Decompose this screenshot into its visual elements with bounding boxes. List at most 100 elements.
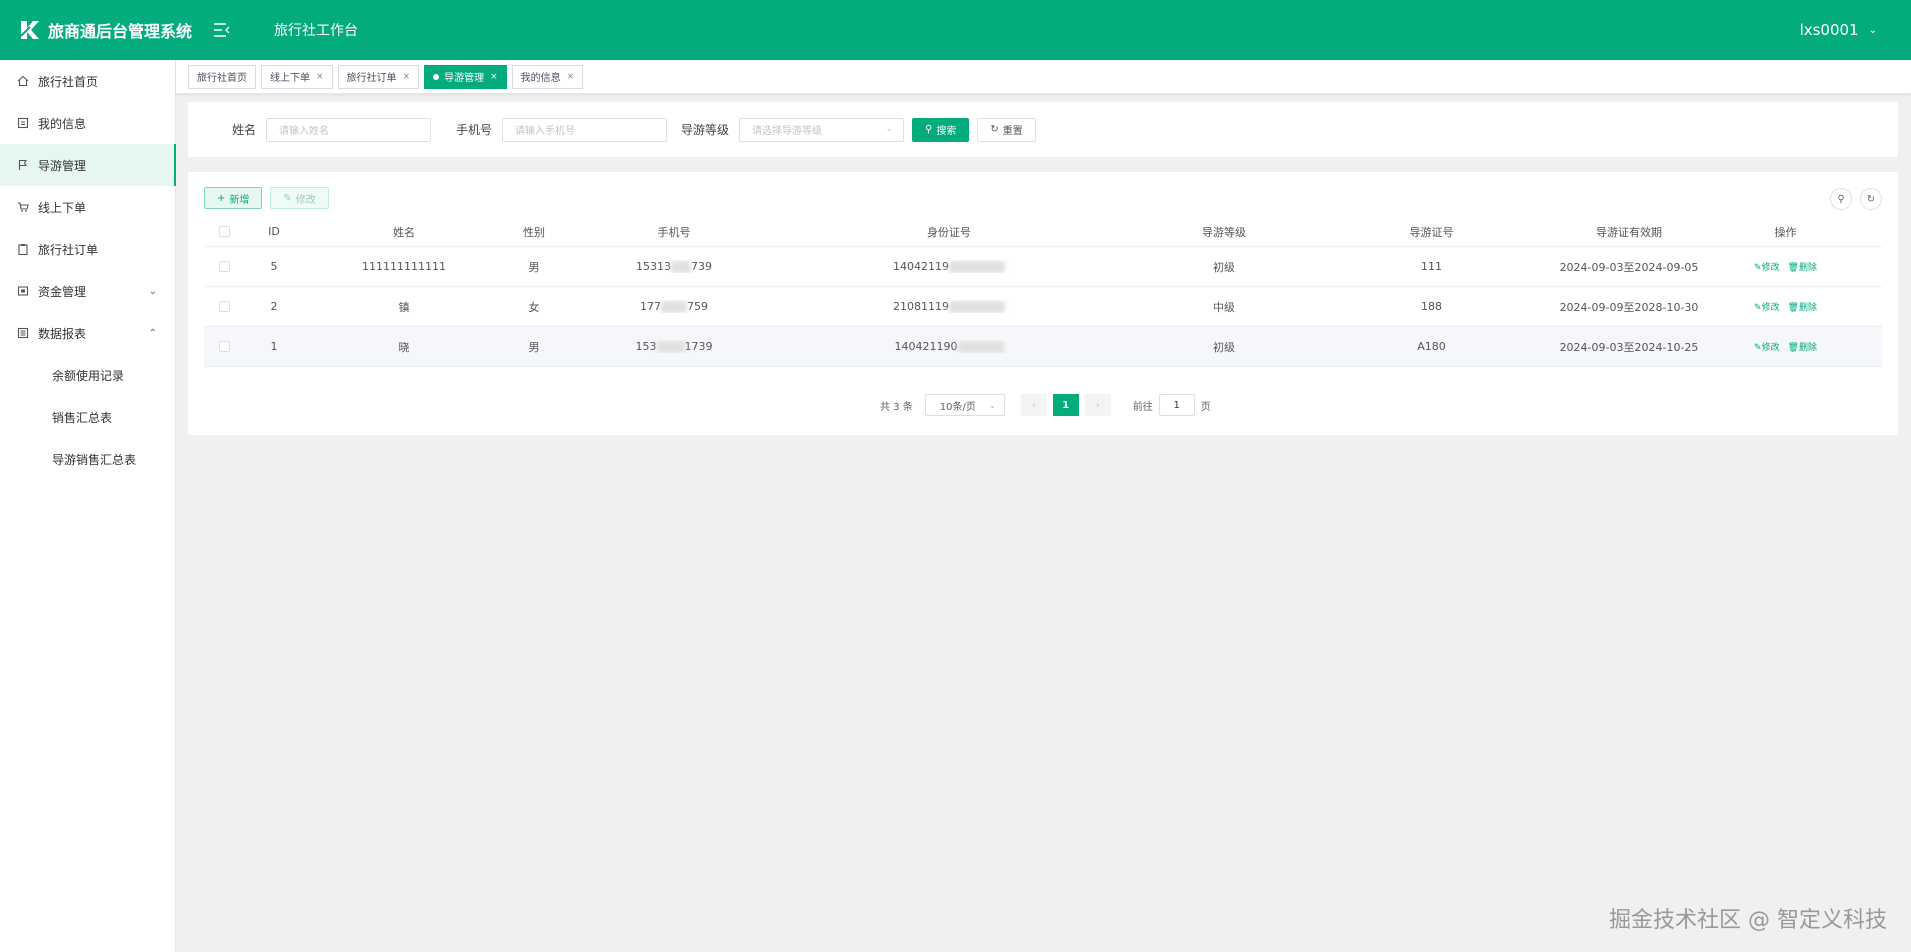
sidebar-item-label: 旅行社订单 (38, 242, 99, 257)
idcard-prefix: 140421190 (894, 340, 958, 353)
row-delete-link[interactable]: 🗑删除 (1788, 260, 1817, 273)
row-edit-link[interactable]: ✎修改 (1754, 260, 1780, 273)
prev-page-button[interactable]: ‹ (1020, 394, 1047, 416)
row-delete-label: 删除 (1798, 263, 1817, 273)
name-input[interactable]: 请输入姓名 (266, 117, 432, 142)
row-delete-link[interactable]: 🗑删除 (1788, 340, 1817, 353)
workbench-link[interactable]: 旅行社工作台 (274, 20, 358, 40)
row-delete-link[interactable]: 🗑删除 (1788, 300, 1817, 313)
sidebar-item-online-order[interactable]: 线上下单 (0, 186, 175, 228)
search-toggle-icon[interactable]: ⚲ (1830, 188, 1852, 210)
tag-my-info[interactable]: 我的信息 × (511, 64, 584, 89)
chevron-right-icon: › (1095, 399, 1100, 411)
user-menu[interactable]: lxs0001 ⌄ (1800, 21, 1877, 39)
cell-id: 1 (270, 340, 278, 353)
col-header-cert[interactable]: 导游证号 (1334, 224, 1529, 240)
page-size-select[interactable]: 10条/页 ⌄ (924, 394, 1005, 416)
next-page-button[interactable]: › (1084, 394, 1111, 416)
sidebar-item-reports[interactable]: 数据报表 ⌃ (0, 312, 175, 354)
phone-input[interactable]: 请输入手机号 (502, 117, 668, 142)
table-row[interactable]: 1 晓 男 153 1739 140421190 初级 A180 2024-09-… (204, 327, 1882, 367)
row-select-cell (204, 301, 244, 312)
level-select[interactable]: 请选择导游等级 ⌄ (739, 117, 905, 142)
home-icon (16, 74, 30, 88)
edit-button[interactable]: ✎ 修改 (270, 187, 329, 209)
brand-logo-icon (20, 21, 39, 39)
redacted-block (656, 341, 685, 353)
col-header-sex[interactable]: 性别 (504, 224, 564, 240)
page-size-value: 10条/页 (939, 401, 976, 413)
sidebar-item-agency-orders[interactable]: 旅行社订单 (0, 228, 175, 270)
tag-agency-home[interactable]: 旅行社首页 (188, 64, 256, 89)
close-icon[interactable]: × (567, 72, 575, 82)
sidebar-item-agency-home[interactable]: 旅行社首页 (0, 60, 175, 102)
cell-id: 2 (270, 300, 278, 313)
close-icon[interactable]: × (316, 72, 324, 82)
tag-label: 我的信息 (520, 73, 561, 84)
col-header-id[interactable]: ID (244, 225, 304, 238)
tag-label: 线上下单 (270, 73, 310, 84)
table-row[interactable]: 5 111111111111 男 15313 739 14042119 初级 11… (204, 247, 1882, 287)
sidebar-item-guide-management[interactable]: 导游管理 (0, 144, 176, 186)
tag-online-order[interactable]: 线上下单 × (261, 64, 333, 89)
sidebar-toggle-icon[interactable] (210, 18, 234, 42)
close-icon[interactable]: × (403, 72, 411, 82)
sidebar-subitem-balance-records[interactable]: 余额使用记录 (0, 354, 175, 396)
report-icon (16, 326, 30, 340)
col-header-idcard[interactable]: 身份证号 (784, 224, 1114, 240)
wallet-icon (16, 284, 30, 298)
edit-icon: ✎ (283, 192, 292, 204)
tag-label: 旅行社订单 (346, 73, 397, 84)
col-header-name[interactable]: 姓名 (304, 224, 504, 240)
close-icon[interactable]: × (490, 72, 498, 82)
top-header: 旅商通后台管理系统 旅行社工作台 lxs0001 ⌄ (0, 0, 1911, 60)
phone-prefix: 177 (640, 300, 661, 313)
row-checkbox[interactable] (218, 261, 230, 272)
table-header: ID 姓名 性别 手机号 身份证号 导游等级 导游证号 导游证有效期 操作 (204, 217, 1882, 247)
select-all-cell (204, 226, 244, 237)
goto-page: 前往 1 页 (1133, 394, 1211, 416)
row-edit-link[interactable]: ✎修改 (1754, 300, 1780, 313)
pagination: 共 3 条 10条/页 ⌄ ‹ 1 › 前往 1 页 (880, 394, 1211, 416)
goto-page-input[interactable]: 1 (1158, 394, 1195, 416)
search-button[interactable]: ⚲ 搜索 (912, 117, 970, 142)
page-number-button[interactable]: 1 (1052, 394, 1079, 416)
cell-validity: 2024-09-03至2024-10-25 (1559, 340, 1699, 354)
tag-agency-orders[interactable]: 旅行社订单 × (337, 64, 420, 89)
sidebar-item-funds[interactable]: 资金管理 ⌄ (0, 270, 175, 312)
idcard-prefix: 21081119 (893, 300, 949, 313)
row-delete-label: 删除 (1798, 343, 1817, 353)
table-row[interactable]: 2 镇 女 177 759 21081119 中级 188 2024-09-09至… (204, 287, 1882, 327)
col-header-phone[interactable]: 手机号 (564, 224, 784, 240)
sidebar-subitem-guide-sales-summary[interactable]: 导游销售汇总表 (0, 438, 175, 480)
sidebar-subitem-sales-summary[interactable]: 销售汇总表 (0, 396, 175, 438)
username: lxs0001 (1799, 21, 1859, 39)
sidebar-item-label: 我的信息 (38, 116, 87, 131)
reset-button-label: 重置 (1002, 126, 1023, 137)
guide-table: ID 姓名 性别 手机号 身份证号 导游等级 导游证号 导游证有效期 操作 5 … (204, 217, 1882, 367)
edit-icon: ✎ (1753, 263, 1762, 273)
select-all-checkbox[interactable] (218, 226, 230, 237)
col-header-validity[interactable]: 导游证有效期 (1529, 224, 1729, 240)
row-select-cell (204, 261, 244, 272)
cell-name: 晓 (398, 340, 410, 354)
chevron-down-icon: ⌄ (1868, 24, 1877, 36)
cell-cert: 188 (1421, 300, 1442, 313)
sidebar-item-my-info[interactable]: 我的信息 (0, 102, 175, 144)
col-header-level[interactable]: 导游等级 (1114, 224, 1334, 240)
tags-view-bar: 旅行社首页 线上下单 × 旅行社订单 × 导游管理 × 我的信息 × (176, 60, 1911, 94)
sidebar-item-label: 导游管理 (38, 158, 87, 173)
reset-button[interactable]: ↻ 重置 (977, 117, 1036, 142)
page-unit-label: 页 (1200, 401, 1211, 413)
redacted-block (957, 341, 1004, 353)
cart-icon (16, 200, 30, 214)
add-button[interactable]: + 新增 (204, 187, 263, 209)
row-checkbox[interactable] (218, 341, 230, 352)
refresh-icon[interactable]: ↻ (1860, 188, 1882, 210)
tag-label: 导游管理 (444, 73, 485, 84)
clipboard-icon (16, 242, 30, 256)
cell-phone: 153 1739 (564, 340, 784, 353)
row-checkbox[interactable] (218, 301, 230, 312)
tag-guide-management[interactable]: 导游管理 × (424, 64, 507, 89)
row-edit-link[interactable]: ✎修改 (1754, 340, 1780, 353)
